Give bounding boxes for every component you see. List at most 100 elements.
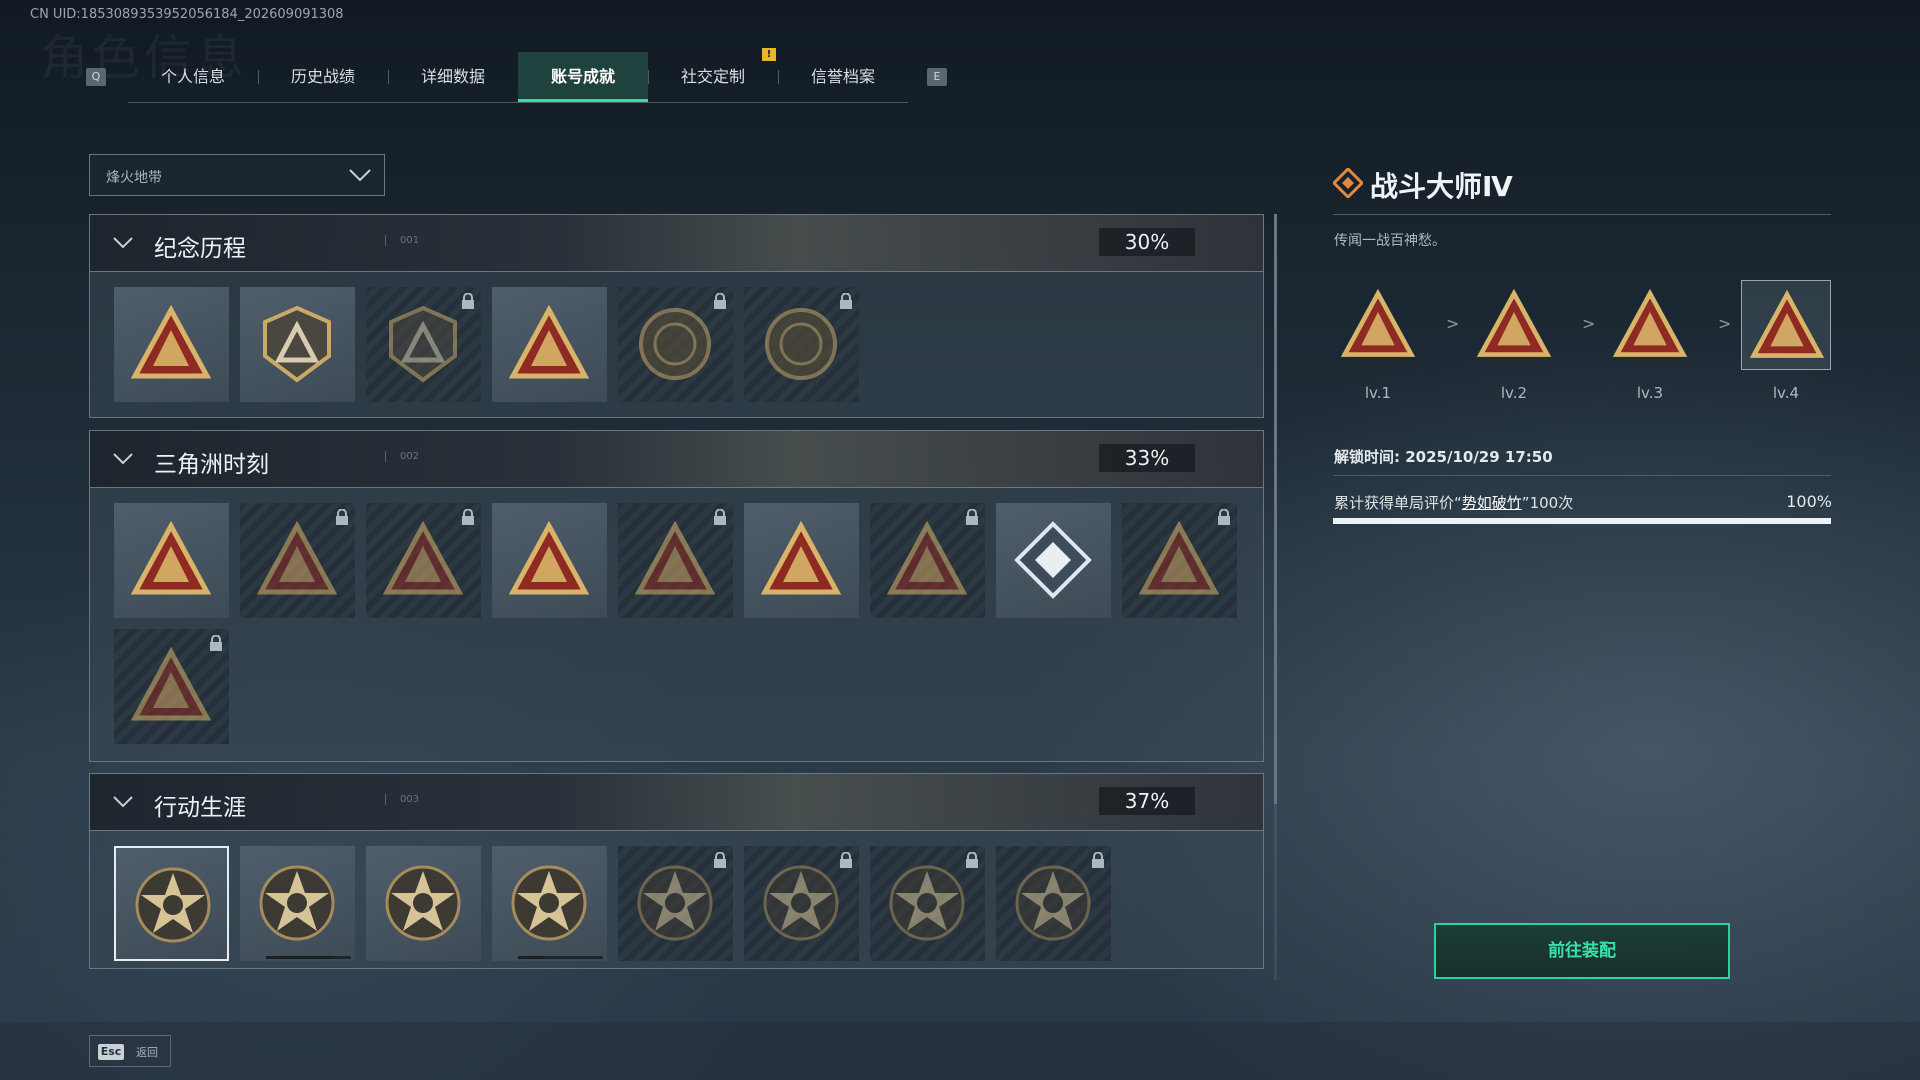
achievement-badge-cell[interactable] xyxy=(240,503,355,618)
claw-triangle-icon xyxy=(1139,520,1219,595)
tab-match-history[interactable]: 历史战绩 xyxy=(258,52,388,102)
mode-filter-value: 烽火地带 xyxy=(106,170,162,186)
lock-icon xyxy=(210,635,222,651)
achievement-badge-cell[interactable] xyxy=(492,503,607,618)
requirement-suffix: ”100次 xyxy=(1521,494,1574,512)
prev-tab-key[interactable]: Q xyxy=(86,68,106,86)
achievement-badge-cell[interactable] xyxy=(114,287,229,402)
achievement-badge-cell[interactable] xyxy=(366,503,481,618)
achievement-diamond-icon xyxy=(1333,168,1363,198)
achievement-badge-cell[interactable] xyxy=(366,846,481,961)
achievement-badge-cell[interactable] xyxy=(114,846,229,961)
level-separator: > xyxy=(1582,314,1596,333)
achievement-section: 行动生涯 003 37% xyxy=(89,773,1264,969)
tab-list: 个人信息 历史战绩 详细数据 账号成就 社交定制 信誉档案 xyxy=(128,52,908,103)
tab-account-achievements[interactable]: 账号成就 xyxy=(518,52,648,102)
achievement-title: 战斗大师Ⅳ xyxy=(1370,170,1513,203)
achievement-section: 三角洲时刻 002 33% xyxy=(89,430,1264,762)
level-badge-option[interactable] xyxy=(1333,280,1423,370)
back-label: 返回 xyxy=(136,1046,158,1059)
go-equip-button[interactable]: 前往装配 xyxy=(1434,923,1730,979)
achievement-badge-cell[interactable] xyxy=(618,287,733,402)
achievement-badge-cell[interactable] xyxy=(618,503,733,618)
squad-triangle-icon xyxy=(509,520,589,595)
soldier-triangle-icon xyxy=(257,520,337,595)
section-header[interactable]: 行动生涯 003 37% xyxy=(90,774,1263,831)
achievement-badge-cell[interactable] xyxy=(492,287,607,402)
achievement-badge-cell[interactable] xyxy=(744,503,859,618)
lock-icon xyxy=(462,509,474,525)
level-badge-option[interactable] xyxy=(1605,280,1695,370)
rocket-triangle-icon xyxy=(761,520,841,595)
mode-filter-dropdown[interactable]: 烽火地带 xyxy=(89,154,385,196)
tab-bar: Q 个人信息 历史战绩 详细数据 账号成就 社交定制 信誉档案 E xyxy=(82,52,952,103)
level-separator: > xyxy=(1446,314,1460,333)
number-one-triangle-icon xyxy=(509,304,589,379)
back-button[interactable]: Esc 返回 xyxy=(89,1035,171,1067)
shield-triangle-icon xyxy=(131,304,211,379)
level-badge-option[interactable] xyxy=(1469,280,1559,370)
dragon-triangle-icon xyxy=(887,520,967,595)
level-label: lv.2 xyxy=(1500,384,1528,402)
achievement-badge-cell[interactable] xyxy=(870,503,985,618)
level-separator: > xyxy=(1718,314,1732,333)
mech-triangle-icon xyxy=(635,520,715,595)
section-header[interactable]: 纪念历程 001 30% xyxy=(90,215,1263,272)
achievement-badge-cell[interactable] xyxy=(366,287,481,402)
lock-icon xyxy=(840,852,852,868)
achievement-badge-cell[interactable] xyxy=(744,846,859,961)
skull-star-medal-icon xyxy=(1015,865,1091,941)
collapse-chevron-icon[interactable] xyxy=(112,451,134,467)
lock-icon xyxy=(462,293,474,309)
achievement-badge-cell[interactable] xyxy=(870,846,985,961)
unlock-time: 解锁时间: 2025/10/29 17:50 xyxy=(1334,448,1553,466)
section-title: 纪念历程 xyxy=(154,236,246,262)
requirement-text: 累计获得单局评价“势如破竹”100次 xyxy=(1334,492,1573,513)
badge-progress-fill xyxy=(266,956,334,959)
skull-star-medal-icon xyxy=(889,865,965,941)
tab-personal-info[interactable]: 个人信息 xyxy=(128,52,258,102)
section-progress: 33% xyxy=(1099,444,1195,472)
next-tab-key[interactable]: E xyxy=(927,68,947,86)
badge-progress-bar xyxy=(266,956,351,959)
lock-icon xyxy=(966,509,978,525)
achievement-badge-cell[interactable] xyxy=(744,287,859,402)
tab-detailed-data[interactable]: 详细数据 xyxy=(388,52,518,102)
footer-bar xyxy=(0,1022,1920,1080)
round-seal-icon xyxy=(639,308,711,380)
collapse-chevron-icon[interactable] xyxy=(112,235,134,251)
achievement-badge-cell[interactable] xyxy=(492,846,607,961)
scrollbar-thumb[interactable] xyxy=(1274,214,1277,804)
divider xyxy=(1333,214,1831,215)
lock-icon xyxy=(1218,509,1230,525)
achievement-badge-cell[interactable] xyxy=(240,846,355,961)
achievement-badge-cell[interactable] xyxy=(240,287,355,402)
achievement-description: 传闻一战百神愁。 xyxy=(1334,233,1446,249)
achievement-badge-cell[interactable] xyxy=(996,846,1111,961)
medal-triangle-icon xyxy=(383,520,463,595)
level-badge-option[interactable] xyxy=(1741,280,1831,370)
achievement-badge-cell[interactable] xyxy=(1122,503,1237,618)
collapse-chevron-icon[interactable] xyxy=(112,794,134,810)
lock-icon xyxy=(336,509,348,525)
tab-social-customization[interactable]: 社交定制 xyxy=(648,52,778,102)
requirement-prefix: 累计获得单局评价“ xyxy=(1334,494,1462,512)
combat-master-triangle-icon xyxy=(1477,288,1551,357)
badge-progress-fill xyxy=(518,956,544,959)
tab-credit-record[interactable]: 信誉档案 xyxy=(778,52,908,102)
section-title: 行动生涯 xyxy=(154,795,246,821)
lock-icon xyxy=(714,509,726,525)
combat-master-triangle-icon xyxy=(1613,288,1687,357)
skull-crosshair-medal-icon xyxy=(763,865,839,941)
section-title: 三角洲时刻 xyxy=(154,452,269,478)
section-index: 002 xyxy=(385,451,419,462)
achievement-badge-cell[interactable] xyxy=(114,503,229,618)
section-index: 001 xyxy=(385,235,419,246)
usb-triangle-icon xyxy=(131,520,211,595)
section-header[interactable]: 三角洲时刻 002 33% xyxy=(90,431,1263,488)
crystal-diamond-icon xyxy=(1014,521,1092,599)
achievement-badge-cell[interactable] xyxy=(114,629,229,744)
requirement-highlight: 势如破竹 xyxy=(1461,494,1522,512)
achievement-badge-cell[interactable] xyxy=(996,503,1111,618)
achievement-badge-cell[interactable] xyxy=(618,846,733,961)
